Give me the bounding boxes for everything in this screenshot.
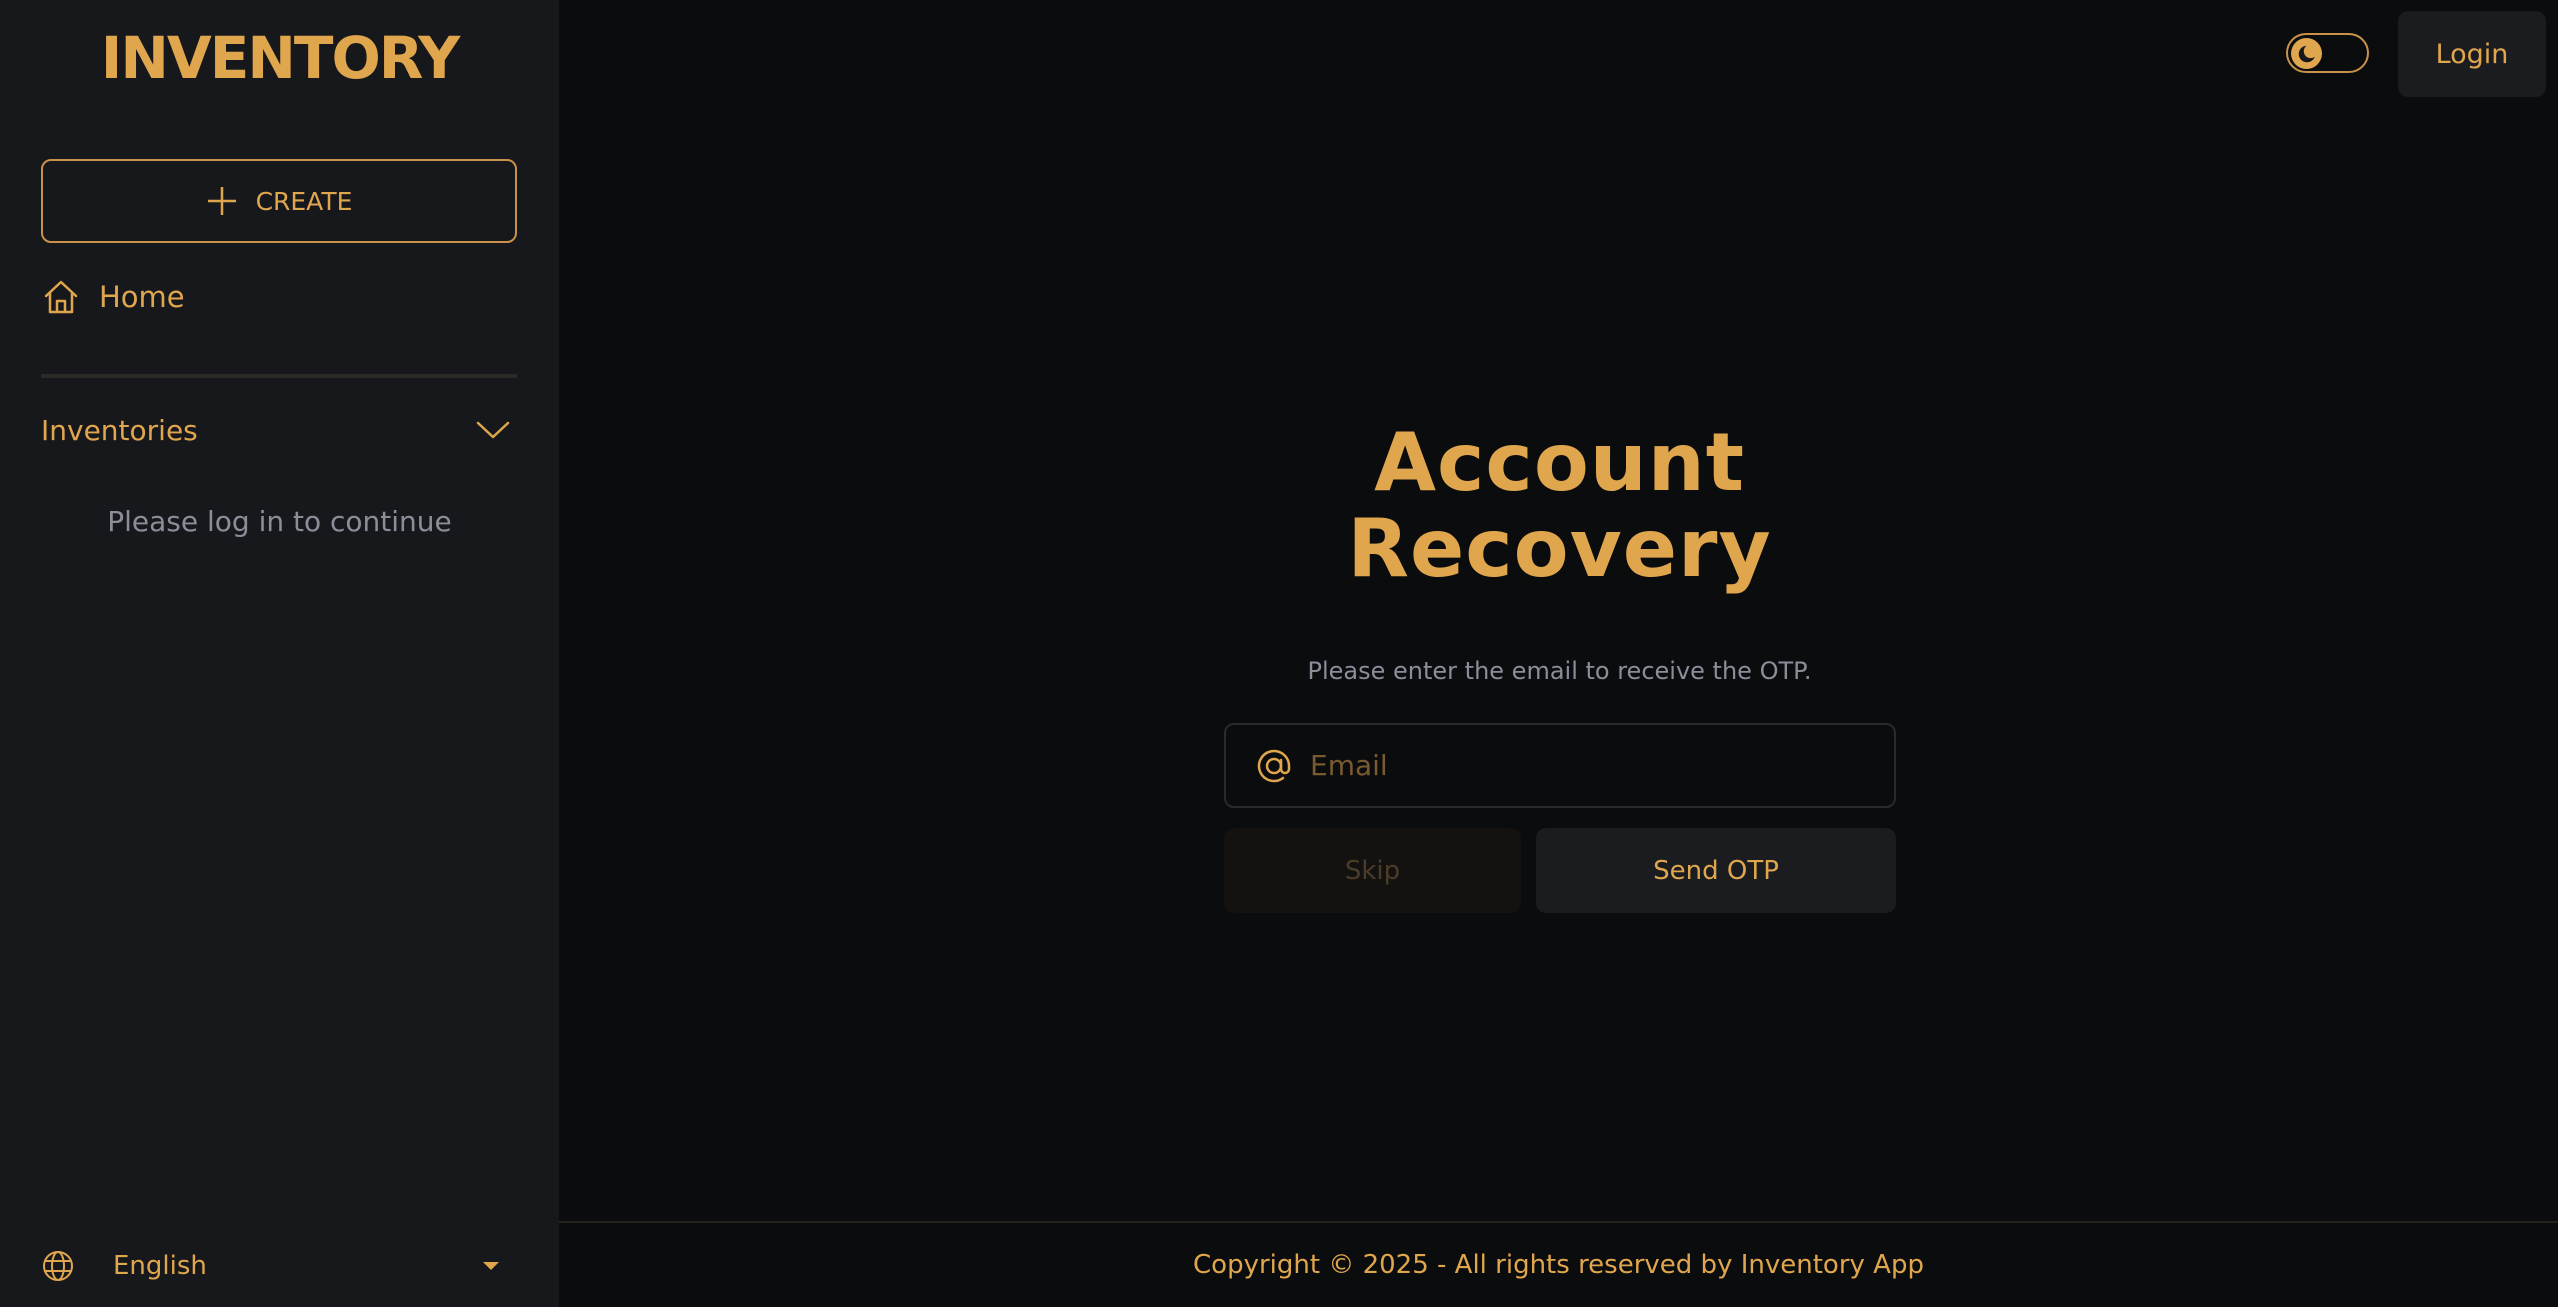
caret-down-icon: [483, 1262, 499, 1270]
login-hint: Please log in to continue: [107, 505, 452, 538]
skip-button[interactable]: Skip: [1224, 828, 1521, 913]
copyright-text: Copyright © 2025 - All rights reserved b…: [1193, 1250, 1924, 1280]
page-subtitle: Please enter the email to receive the OT…: [1307, 657, 1812, 685]
sidebar: INVENTORY CREATE Home Inventories Please…: [0, 0, 559, 1307]
sidebar-item-home[interactable]: Home: [41, 272, 185, 322]
sidebar-divider: [41, 374, 517, 378]
app-logo[interactable]: INVENTORY: [0, 22, 559, 94]
send-otp-button[interactable]: Send OTP: [1536, 828, 1896, 913]
login-button[interactable]: Login: [2398, 11, 2546, 97]
home-icon: [44, 280, 78, 314]
page-title: Account Recovery: [559, 420, 2558, 592]
theme-toggle[interactable]: [2286, 33, 2369, 73]
footer: Copyright © 2025 - All rights reserved b…: [559, 1221, 2558, 1307]
inventories-collapse[interactable]: Inventories: [41, 405, 517, 455]
inventories-label: Inventories: [41, 413, 198, 447]
at-icon: [1257, 749, 1291, 782]
create-button[interactable]: CREATE: [41, 159, 517, 243]
email-field-wrapper[interactable]: [1224, 723, 1896, 808]
globe-icon: [43, 1251, 73, 1281]
moon-icon: [2298, 43, 2318, 62]
sidebar-item-label: Home: [99, 280, 185, 314]
language-select[interactable]: English: [41, 1243, 507, 1289]
create-label: CREATE: [255, 186, 353, 216]
page-title-line-1: Account: [1374, 416, 1745, 509]
main-content: Login Account Recovery Please enter the …: [559, 0, 2558, 1307]
chevron-down-icon: [476, 421, 510, 439]
page-title-line-2: Recovery: [1347, 502, 1772, 595]
plus-icon: [207, 187, 236, 215]
toggle-knob: [2291, 38, 2322, 69]
language-label: English: [113, 1251, 207, 1281]
email-field[interactable]: [1308, 725, 1894, 806]
